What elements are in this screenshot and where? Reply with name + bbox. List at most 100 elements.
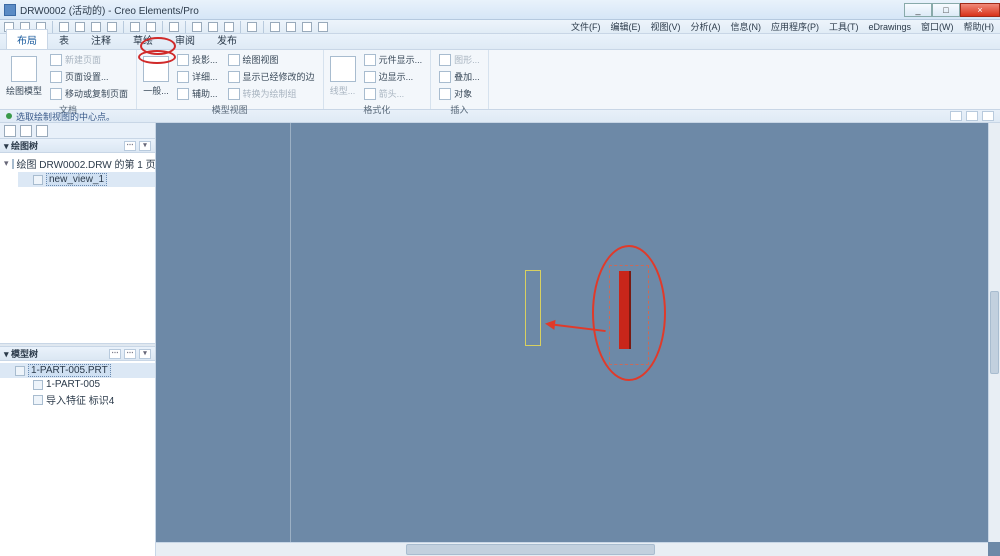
menu-help[interactable]: 帮助(H): [962, 20, 997, 33]
ribbon-tabs: 布局 表 注释 草绘 审阅 发布: [0, 34, 1000, 50]
import-feature-icon: [33, 395, 43, 405]
maximize-button[interactable]: □: [932, 3, 960, 17]
drawing-tree-title: 绘图树: [11, 141, 38, 151]
v-scroll-thumb[interactable]: [990, 291, 999, 375]
annotation-ellipse: [592, 245, 666, 381]
corner-tool-3[interactable]: [982, 111, 994, 121]
model-tree-tool-3[interactable]: ▾: [139, 349, 151, 359]
close-button[interactable]: ×: [960, 3, 1000, 17]
model-tree-tool-1[interactable]: ⋯: [109, 349, 121, 359]
tab-review[interactable]: 审阅: [164, 29, 206, 49]
group-label-model-views: 模型视图: [143, 103, 317, 116]
model-tree-tool-2[interactable]: ⋯: [124, 349, 136, 359]
nav-tab-1-icon[interactable]: [4, 125, 16, 137]
detail-button[interactable]: 详细...: [175, 69, 220, 84]
info-icon[interactable]: [302, 22, 312, 32]
menu-apps[interactable]: 应用程序(P): [769, 20, 821, 33]
general-view-icon[interactable]: [143, 56, 169, 82]
tree-node-new-view-1[interactable]: new_view_1: [18, 172, 155, 187]
overlay-icon: [439, 71, 451, 83]
tree-root-drawing[interactable]: ▾ 绘图 DRW0002.DRW 的第 1 页: [0, 155, 155, 172]
drawing-tree[interactable]: ▾ 绘图 DRW0002.DRW 的第 1 页 new_view_1: [0, 153, 155, 343]
horizontal-scrollbar[interactable]: [156, 542, 988, 556]
tree-tool-show[interactable]: ▾: [139, 141, 151, 151]
menu-view[interactable]: 视图(V): [648, 20, 682, 33]
corner-tool-2[interactable]: [966, 111, 978, 121]
drawing-tree-header: ▾ 绘图树 ⋯ ▾: [0, 139, 155, 153]
navigator-tabs: [0, 123, 155, 139]
view-icon[interactable]: [247, 22, 257, 32]
menu-file[interactable]: 文件(F): [569, 20, 603, 33]
vertical-scrollbar[interactable]: [988, 123, 1000, 542]
hint-text: 选取绘制视图的中心点。: [16, 110, 115, 123]
projection-button[interactable]: 投影...: [175, 52, 220, 67]
new-page-button[interactable]: 新建页面: [48, 52, 130, 67]
tab-layout[interactable]: 布局: [6, 29, 48, 49]
projection-icon: [177, 54, 189, 66]
aux-button[interactable]: 辅助...: [175, 86, 220, 101]
nav-tab-3-icon[interactable]: [36, 125, 48, 137]
ribbon-group-document: 绘图模型 新建页面 页面设置... 移动或复制页面 文档: [0, 50, 137, 109]
tree-root-part[interactable]: 1-PART-005.PRT: [0, 363, 155, 378]
projection-target-outline: [525, 270, 541, 346]
drawing-canvas[interactable]: [156, 123, 1000, 556]
menu-window[interactable]: 窗口(W): [919, 20, 956, 33]
view-node-icon: [33, 175, 43, 185]
drawing-model-icon[interactable]: [11, 56, 37, 82]
menu-edrawings[interactable]: eDrawings: [866, 22, 913, 32]
general-view-label[interactable]: 一般...: [143, 84, 169, 97]
edge-disp-icon: [364, 71, 376, 83]
ribbon-group-insert: 图形... 叠加... 对象 插入: [431, 50, 489, 109]
tree-tool-settings[interactable]: ⋯: [124, 141, 136, 151]
main-area: ▾ 绘图树 ⋯ ▾ ▾ 绘图 DRW0002.DRW 的第 1 页 new_vi…: [0, 123, 1000, 556]
drawing-model-label[interactable]: 绘图模型: [6, 84, 42, 97]
menu-info[interactable]: 信息(N): [728, 20, 763, 33]
ribbon-group-model-views: 一般... 投影... 详细... 辅助... 绘图视图 显示已经修改的边 转换…: [137, 50, 324, 109]
group-label-format: 格式化: [330, 103, 425, 116]
tab-publish[interactable]: 发布: [206, 29, 248, 49]
part-icon: [15, 366, 25, 376]
tab-sketch[interactable]: 草绘: [122, 29, 164, 49]
nav-tab-2-icon[interactable]: [20, 125, 32, 137]
convert-icon: [228, 88, 240, 100]
component-display-button[interactable]: 元件显示...: [362, 52, 425, 67]
menu-analyze[interactable]: 分析(A): [688, 20, 722, 33]
aux-icon: [177, 88, 189, 100]
tree-node-import-feature[interactable]: 导入特征 标识4: [18, 391, 155, 408]
line-style-icon[interactable]: [330, 56, 356, 82]
layer-icon[interactable]: [286, 22, 296, 32]
picture-button[interactable]: 图形...: [437, 52, 482, 67]
tab-annotate[interactable]: 注释: [80, 29, 122, 49]
page-icon: [50, 54, 62, 66]
help-icon[interactable]: [318, 22, 328, 32]
move-copy-page-button[interactable]: 移动或复制页面: [48, 86, 130, 101]
object-button[interactable]: 对象: [437, 86, 482, 101]
comp-disp-icon: [364, 54, 376, 66]
menu-tools[interactable]: 工具(T): [827, 20, 861, 33]
edge-display-button[interactable]: 边显示...: [362, 69, 425, 84]
model-tree-title: 模型树: [11, 349, 38, 359]
menu-edit[interactable]: 编辑(E): [608, 20, 642, 33]
group-label-insert: 插入: [437, 103, 482, 116]
window-controls: _ □ ×: [904, 3, 1000, 17]
picture-icon: [439, 54, 451, 66]
tree-node-part[interactable]: 1-PART-005: [18, 378, 155, 391]
overlay-button[interactable]: 叠加...: [437, 69, 482, 84]
measure-icon[interactable]: [270, 22, 280, 32]
app-icon: [4, 4, 16, 16]
convert-button[interactable]: 转换为绘制组: [226, 86, 317, 101]
arrow-button[interactable]: 箭头...: [362, 86, 425, 101]
corner-tool-1[interactable]: [950, 111, 962, 121]
model-tree[interactable]: 1-PART-005.PRT 1-PART-005 导入特征 标识4: [0, 361, 155, 556]
minimize-button[interactable]: _: [904, 3, 932, 17]
drawing-view-button[interactable]: 绘图视图: [226, 52, 317, 67]
show-edges-button[interactable]: 显示已经修改的边: [226, 69, 317, 84]
drawing-icon: [12, 159, 14, 169]
h-scroll-thumb[interactable]: [406, 544, 656, 555]
window-title: DRW0002 (活动的) - Creo Elements/Pro: [20, 2, 199, 17]
object-icon: [439, 88, 451, 100]
page-setup-button[interactable]: 页面设置...: [48, 69, 130, 84]
tab-table[interactable]: 表: [48, 29, 80, 49]
csys-icon: [33, 380, 43, 390]
line-style-label[interactable]: 线型...: [330, 84, 356, 97]
